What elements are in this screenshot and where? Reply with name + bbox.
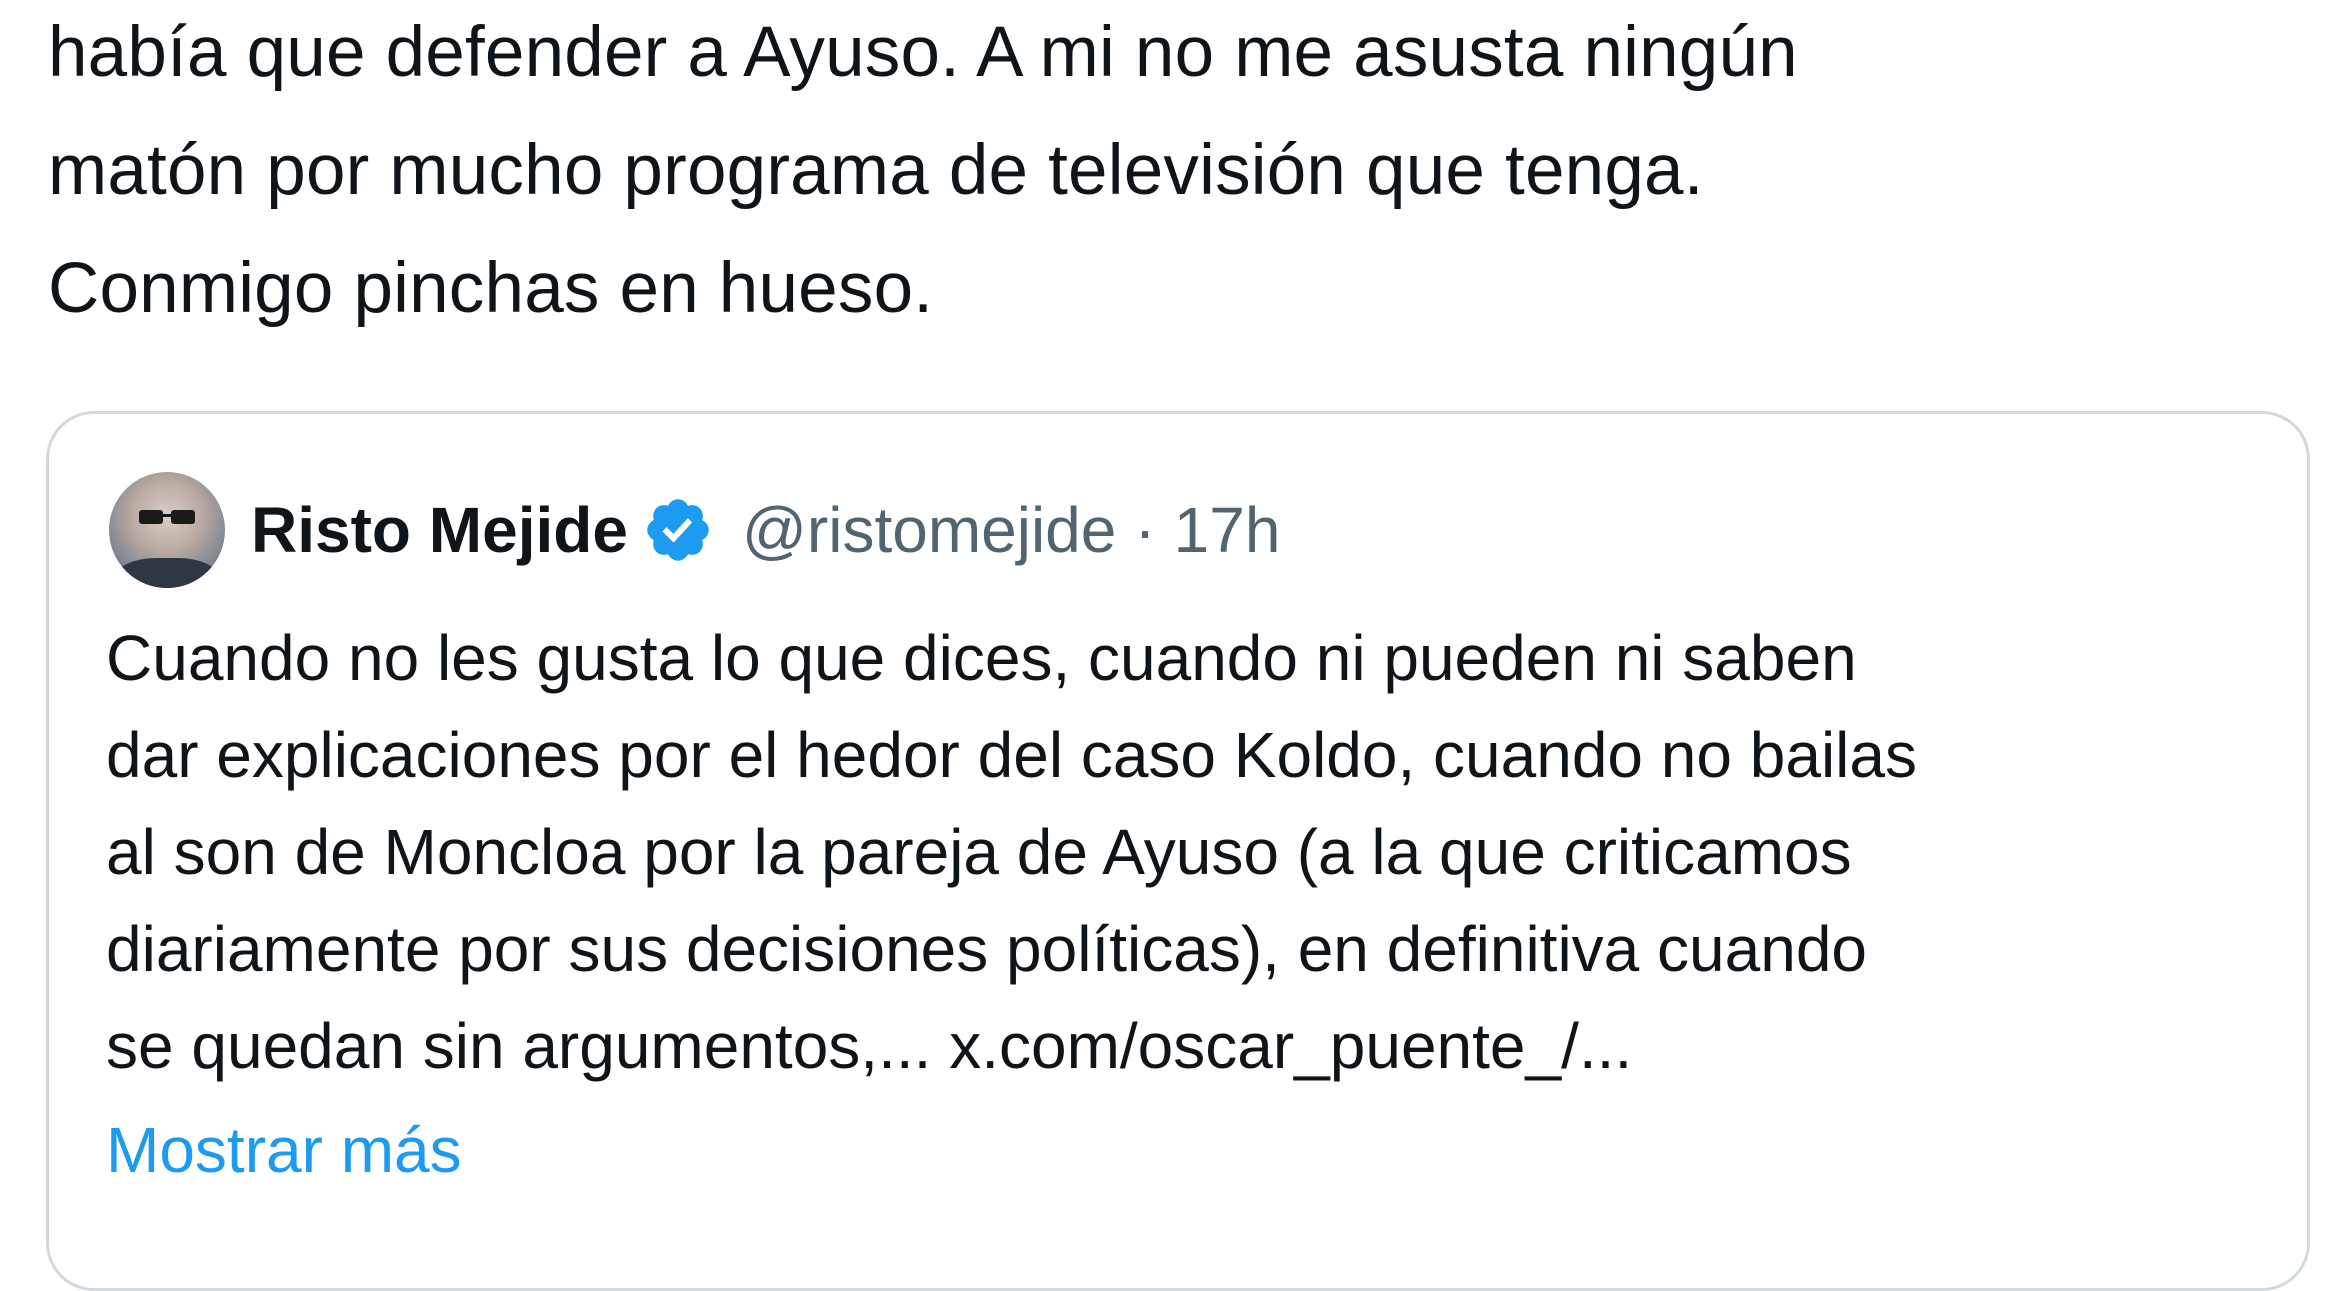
separator-dot: · [1134,494,1156,566]
tweet-timestamp[interactable]: 17h [1174,493,1281,567]
quoted-tweet-text: Cuando no les gusta lo que dices, cuando… [106,622,1917,1082]
author-handle[interactable]: @ristomejide [742,493,1116,567]
quoted-tweet-header: Risto Mejide @ristomejide · 17h [109,470,1280,590]
show-more-link[interactable]: Mostrar más [106,1102,462,1199]
quoted-tweet-card[interactable]: Risto Mejide @ristomejide · 17h Cuando n… [46,411,2310,1291]
avatar[interactable] [109,472,225,588]
glasses-detail [139,510,195,524]
avatar-shirt [115,558,219,588]
tweet-text: había que defender a Ayuso. A mi no me a… [48,13,1798,328]
author-name[interactable]: Risto Mejide [251,493,628,567]
verified-badge-icon [647,499,709,561]
